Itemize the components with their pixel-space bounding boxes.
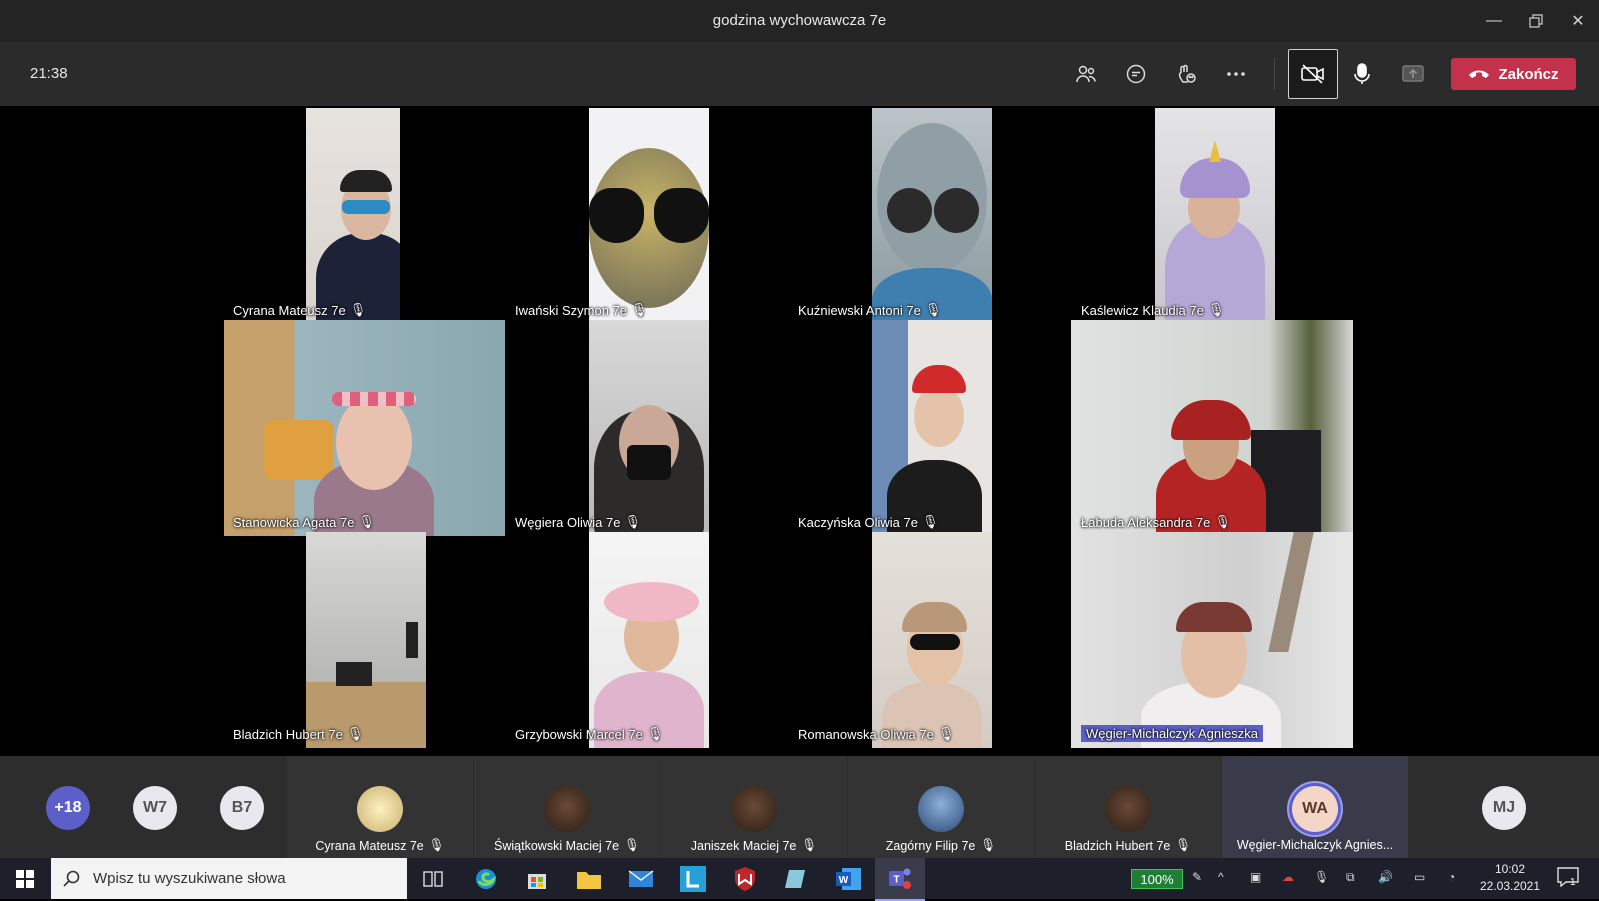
mic-off-icon: 🎙 bbox=[1175, 838, 1192, 852]
mail-icon[interactable] bbox=[626, 864, 656, 894]
clock[interactable]: 10:02 22.03.2021 bbox=[1470, 861, 1550, 895]
participant-label-active: Węgier-Michalczyk Agnieszka bbox=[1081, 725, 1263, 742]
call-timer: 21:38 bbox=[30, 65, 68, 82]
video-grid: Cyrana Mateusz 7e 🎙 Iwański Szymon 7e 🎙 Ku… bbox=[5, 108, 1594, 756]
participant-thumbnail[interactable]: Zagórny Filip 7e 🎙 bbox=[848, 756, 1034, 858]
avatar bbox=[731, 786, 777, 832]
pen-icon[interactable]: ✎ bbox=[1192, 870, 1202, 884]
wifi-icon[interactable]: ◔ bbox=[1448, 870, 1455, 884]
microphone-button[interactable] bbox=[1344, 56, 1380, 92]
taskbar-search[interactable]: Wpisz tu wyszukiwane słowa bbox=[51, 858, 407, 899]
file-explorer-icon[interactable] bbox=[574, 864, 604, 894]
mic-icon: 🎙 bbox=[1214, 514, 1231, 529]
toolbar-divider bbox=[1274, 58, 1275, 90]
participant-name: Świątkowski Maciej 7e 🎙 bbox=[494, 838, 640, 853]
participant-thumbnail[interactable]: Cyrana Mateusz 7e 🎙 bbox=[287, 756, 473, 858]
participant-thumbnail[interactable]: Janiszek Maciej 7e 🎙 bbox=[661, 756, 847, 858]
participant-name: Zagórny Filip 7e 🎙 bbox=[885, 838, 997, 853]
librus-icon[interactable] bbox=[678, 864, 708, 894]
taskbar: Wpisz tu wyszukiwane słowa W T 100% ✎ ^ … bbox=[0, 858, 1599, 901]
search-placeholder: Wpisz tu wyszukiwane słowa bbox=[93, 870, 286, 887]
reactions-button[interactable] bbox=[1168, 56, 1204, 92]
camera-off-icon bbox=[1301, 64, 1324, 84]
meeting-title: godzina wychowawcza 7e bbox=[712, 12, 887, 29]
battery-percentage: 100% bbox=[1131, 869, 1183, 889]
video-feed bbox=[1071, 320, 1353, 536]
task-view-icon[interactable] bbox=[418, 864, 448, 894]
end-call-button[interactable]: Zakończ bbox=[1451, 58, 1576, 90]
participant-name: Bladzich Hubert 7e 🎙 bbox=[1064, 838, 1192, 853]
participant-thumbnail[interactable]: Bladzich Hubert 7e 🎙 bbox=[1035, 756, 1221, 858]
avatar bbox=[918, 786, 964, 832]
chat-button[interactable] bbox=[1118, 56, 1154, 92]
volume-icon[interactable]: 🔊 bbox=[1378, 870, 1393, 884]
close-icon[interactable]: ✕ bbox=[1563, 8, 1593, 34]
svg-text:W: W bbox=[839, 875, 849, 886]
more-actions-button[interactable] bbox=[1218, 56, 1254, 92]
battery-icon[interactable]: ▭ bbox=[1414, 870, 1425, 884]
participant-label: Łabuda Aleksandra 7e 🎙 bbox=[1081, 514, 1231, 530]
notification-count: 1 bbox=[1570, 877, 1576, 888]
word-icon[interactable]: W bbox=[834, 864, 864, 894]
title-bar: godzina wychowawcza 7e — ✕ bbox=[0, 0, 1599, 42]
participant-name: Cyrana Mateusz 7e 🎙 bbox=[315, 838, 445, 853]
chat-icon bbox=[1126, 64, 1146, 84]
participant-tile[interactable]: Łabuda Aleksandra 7e 🎙 bbox=[853, 320, 1353, 536]
app-icon[interactable] bbox=[782, 864, 812, 894]
notification-center-icon[interactable]: 1 bbox=[1557, 867, 1587, 891]
edge-icon[interactable] bbox=[471, 864, 501, 894]
avatar[interactable]: B7 bbox=[220, 786, 264, 830]
participant-thumbnail[interactable]: Świątkowski Maciej 7e 🎙 bbox=[474, 756, 660, 858]
avatar bbox=[1105, 786, 1151, 832]
teams-taskbar-button[interactable]: T bbox=[875, 858, 925, 901]
video-feed bbox=[1071, 532, 1353, 748]
share-screen-button[interactable] bbox=[1395, 56, 1431, 92]
avatar bbox=[357, 786, 403, 832]
microphone-tray-icon[interactable]: 🎙 bbox=[1314, 870, 1329, 884]
more-icon bbox=[1227, 72, 1245, 76]
restore-icon[interactable] bbox=[1521, 8, 1551, 34]
hang-up-icon bbox=[1469, 70, 1490, 78]
camera-toggle-button[interactable] bbox=[1288, 49, 1338, 99]
chevron-up-icon[interactable]: ^ bbox=[1218, 870, 1224, 884]
teams-icon: T bbox=[889, 868, 911, 889]
participant-tile[interactable]: Kaślewicz Klaudia 7e 🎙 bbox=[853, 108, 1277, 324]
more-participants-button[interactable]: +18 bbox=[46, 786, 90, 830]
mic-icon: 🎙 bbox=[1207, 302, 1225, 317]
avatar[interactable]: W7 bbox=[133, 786, 177, 830]
clock-time: 10:02 bbox=[1494, 862, 1526, 876]
onedrive-icon[interactable]: ☁ bbox=[1282, 870, 1294, 884]
participant-label: Kaślewicz Klaudia 7e 🎙 bbox=[1081, 302, 1225, 318]
video-feed bbox=[1155, 108, 1275, 324]
avatar[interactable]: MJ bbox=[1482, 786, 1526, 830]
network-tray-icon[interactable]: ⧉ bbox=[1346, 870, 1355, 885]
microphone-icon bbox=[1354, 63, 1370, 84]
mic-off-icon: 🎙 bbox=[428, 838, 445, 852]
search-icon bbox=[63, 870, 80, 887]
end-call-label: Zakończ bbox=[1498, 65, 1559, 83]
clock-date: 22.03.2021 bbox=[1479, 879, 1541, 893]
mic-off-icon: 🎙 bbox=[980, 838, 997, 852]
participant-strip: +18 W7 B7 Cyrana Mateusz 7e 🎙 Świątkowski… bbox=[0, 756, 1599, 858]
svg-text:T: T bbox=[893, 875, 899, 886]
mic-off-icon: 🎙 bbox=[624, 838, 640, 852]
participant-name: Węgier-Michalczyk Agnies... bbox=[1236, 838, 1394, 852]
avatar: WA bbox=[1292, 786, 1338, 832]
participant-name: Janiszek Maciej 7e 🎙 bbox=[690, 838, 818, 853]
store-icon[interactable] bbox=[522, 864, 552, 894]
reactions-icon bbox=[1178, 64, 1196, 83]
mic-off-icon: 🎙 bbox=[801, 838, 818, 852]
people-icon bbox=[1076, 65, 1096, 83]
participant-thumbnail-active[interactable]: WA Węgier-Michalczyk Agnies... bbox=[1222, 756, 1408, 858]
participants-button[interactable] bbox=[1068, 56, 1104, 92]
participant-tile[interactable]: Węgier-Michalczyk Agnieszka bbox=[853, 532, 1353, 748]
minimize-icon[interactable]: — bbox=[1479, 8, 1509, 34]
share-icon bbox=[1402, 65, 1424, 82]
avatar bbox=[544, 786, 590, 832]
mcafee-icon[interactable] bbox=[730, 864, 760, 894]
meeting-toolbar: 21:38 Zakończ bbox=[0, 42, 1599, 106]
meet-now-icon[interactable]: ▣ bbox=[1250, 870, 1261, 884]
windows-start-icon[interactable] bbox=[10, 864, 40, 894]
